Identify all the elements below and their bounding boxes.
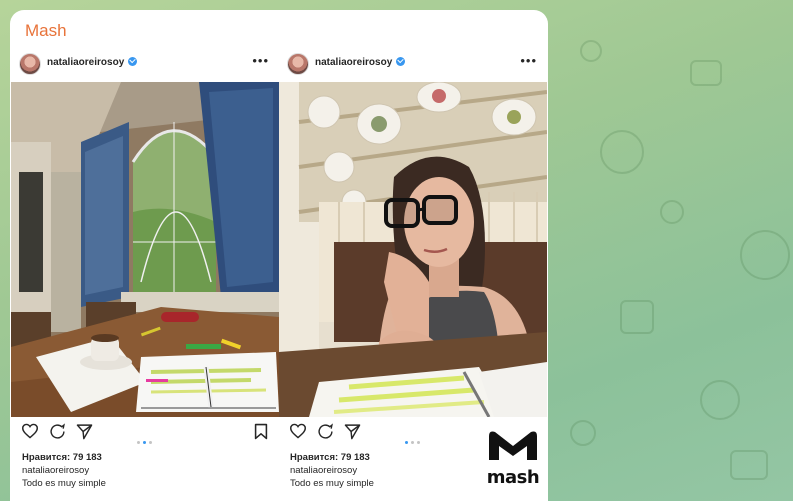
avatar[interactable] bbox=[287, 53, 309, 75]
message-card: Mash nataliaoreirosoy ••• Нравится: 79 1… bbox=[10, 10, 548, 501]
caption-username[interactable]: nataliaoreirosoy bbox=[22, 465, 89, 476]
post-username[interactable]: nataliaoreirosoy bbox=[315, 57, 406, 68]
carousel-indicator bbox=[137, 431, 155, 449]
likes-count[interactable]: Нравится: 79 183 bbox=[22, 452, 102, 463]
comment-icon[interactable] bbox=[317, 423, 334, 445]
carousel-dot bbox=[149, 441, 152, 444]
heart-icon[interactable] bbox=[21, 423, 39, 444]
room-window-desk-photo-svg bbox=[11, 82, 279, 417]
post-actions bbox=[11, 423, 279, 445]
comment-icon[interactable] bbox=[49, 423, 66, 445]
username-label: nataliaoreirosoy bbox=[47, 57, 125, 68]
share-icon[interactable] bbox=[76, 423, 93, 445]
share-icon[interactable] bbox=[344, 423, 361, 445]
caption-text: Todo es muy simple bbox=[290, 478, 374, 489]
mash-logo: mash bbox=[484, 428, 542, 488]
heart-icon[interactable] bbox=[289, 423, 307, 444]
post-username[interactable]: nataliaoreirosoy bbox=[47, 57, 138, 68]
username-label: nataliaoreirosoy bbox=[315, 57, 393, 68]
channel-title[interactable]: Mash bbox=[25, 21, 67, 41]
bookmark-icon[interactable] bbox=[254, 423, 268, 445]
caption-username[interactable]: nataliaoreirosoy bbox=[290, 465, 357, 476]
carousel-indicator bbox=[405, 431, 423, 449]
carousel-dot bbox=[411, 441, 414, 444]
carousel-dot bbox=[417, 441, 420, 444]
more-options-icon[interactable]: ••• bbox=[252, 53, 269, 68]
room-window-desk-photo[interactable] bbox=[11, 82, 279, 417]
verified-icon bbox=[396, 57, 406, 66]
carousel-dot-active bbox=[405, 441, 408, 444]
likes-count[interactable]: Нравится: 79 183 bbox=[290, 452, 370, 463]
mash-logo-mark bbox=[489, 431, 537, 460]
avatar[interactable] bbox=[19, 53, 41, 75]
carousel-dot bbox=[137, 441, 140, 444]
more-options-icon[interactable]: ••• bbox=[520, 53, 537, 68]
woman-glasses-selfie-photo[interactable] bbox=[279, 82, 547, 417]
carousel-dot-active bbox=[143, 441, 146, 444]
woman-glasses-selfie-photo-svg bbox=[279, 82, 547, 417]
instagram-post-left: nataliaoreirosoy ••• Нравится: 79 183 na… bbox=[11, 50, 279, 501]
mash-logo-text: mash bbox=[486, 467, 540, 488]
verified-icon bbox=[128, 57, 138, 66]
caption-text: Todo es muy simple bbox=[22, 478, 106, 489]
